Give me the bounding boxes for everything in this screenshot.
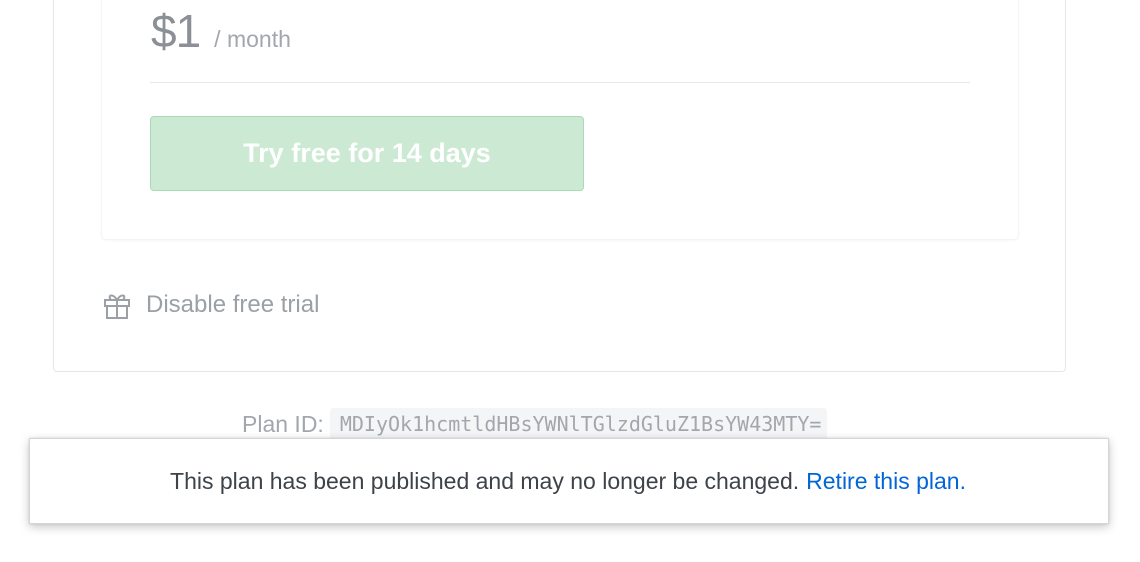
price-period: / month [214, 26, 291, 52]
disable-free-trial-label: Disable free trial [146, 291, 320, 318]
published-notice: This plan has been published and may no … [29, 438, 1109, 524]
published-notice-message: This plan has been published and may no … [170, 467, 800, 494]
try-free-button[interactable]: Try free for 14 days [150, 116, 584, 191]
price-row: $1 / month [151, 4, 291, 60]
retire-plan-link[interactable]: Retire this plan. [806, 468, 966, 495]
price-amount: $1 [151, 5, 201, 57]
plan-id-label: Plan ID: [242, 410, 324, 437]
page: $1 / month Try free for 14 days Disable … [0, 0, 1140, 562]
gift-icon [103, 290, 131, 320]
plan-id-value: MDIyOk1hcmtldHBsYWNlTGlzdGluZ1BsYW43MTY= [329, 408, 828, 440]
card-divider [150, 82, 970, 83]
disable-free-trial-link[interactable]: Disable free trial [103, 287, 319, 323]
